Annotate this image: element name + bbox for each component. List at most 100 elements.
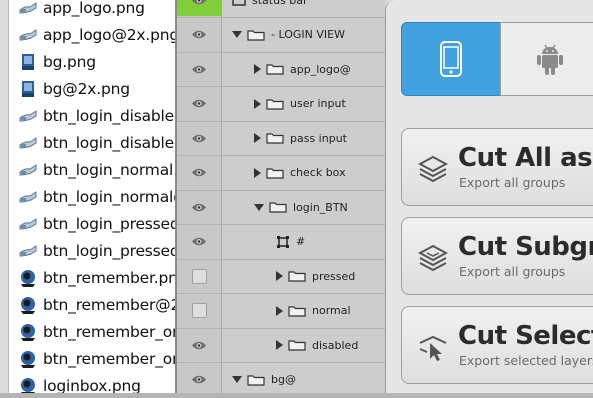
android-icon: [537, 44, 563, 75]
shape-layer-icon: [277, 235, 289, 248]
image-file-icon: [21, 269, 35, 287]
layer-name: #: [296, 235, 306, 248]
layer-row[interactable]: - LOGIN VIEW: [177, 18, 385, 53]
file-name: btn_login_normal.png: [43, 160, 177, 179]
export-panel: Cut All assets Export all groups Cut Sub…: [385, 0, 593, 398]
expanded-arrow-icon[interactable]: [232, 31, 242, 38]
cut-selected-button[interactable]: Cut Selected Export selected layers: [401, 306, 593, 384]
file-list-item[interactable]: btn_remember.png: [9, 264, 177, 291]
visibility-toggle[interactable]: [177, 156, 221, 190]
cut-subgroups-button[interactable]: Cut Subgroups Export all groups: [401, 217, 593, 295]
file-name: loginbox.png: [43, 376, 141, 395]
image-file-icon: [19, 1, 37, 14]
layer-cell: bg@: [232, 363, 296, 397]
image-file-icon: [21, 377, 35, 395]
image-file-icon: [21, 350, 35, 368]
collapsed-arrow-icon[interactable]: [254, 64, 261, 74]
file-list-item[interactable]: btn_login_pressed.png: [9, 210, 177, 237]
file-list-item[interactable]: btn_login_normal.png: [9, 156, 177, 183]
expanded-arrow-icon[interactable]: [232, 376, 242, 383]
layers-sub-icon: [418, 244, 448, 272]
layer-row[interactable]: #: [177, 225, 385, 260]
eye-icon: [192, 237, 206, 246]
collapsed-arrow-icon[interactable]: [254, 98, 261, 109]
layer-name: pressed: [312, 269, 356, 283]
layer-row[interactable]: login_BTN: [177, 190, 385, 225]
folder-icon: [266, 167, 284, 179]
collapsed-arrow-icon[interactable]: [254, 133, 261, 143]
file-list-item[interactable]: btn_remember_on@2x.png: [9, 345, 177, 372]
collapsed-arrow-icon[interactable]: [276, 271, 283, 281]
layer-name: bg@: [271, 373, 296, 386]
file-list-item[interactable]: bg.png: [9, 48, 177, 75]
eye-icon: [192, 375, 206, 384]
file-name: btn_login_pressed@2x.png: [43, 241, 177, 260]
layer-name: normal: [312, 304, 351, 317]
visibility-toggle[interactable]: [177, 328, 221, 362]
file-name: bg@2x.png: [43, 79, 130, 98]
layer-name: app_logo@: [290, 62, 351, 76]
collapsed-arrow-icon[interactable]: [254, 167, 261, 178]
layer-row[interactable]: user input: [177, 87, 385, 122]
file-list-item[interactable]: btn_login_pressed@2x.png: [9, 237, 177, 264]
file-name: app_logo@2x.png: [43, 25, 177, 44]
file-list-item[interactable]: app_logo.png: [9, 0, 177, 21]
file-list: app_logo.png app_logo@2x.png bg.png bg@2x.p…: [8, 0, 177, 398]
layer-row[interactable]: pressed: [177, 259, 385, 294]
tab-android[interactable]: [500, 22, 593, 96]
layer-name: check box: [290, 166, 346, 179]
image-file-icon: [19, 109, 37, 122]
eye-icon: [192, 168, 206, 177]
visibility-toggle[interactable]: [177, 18, 221, 52]
layer-cell: disabled: [276, 328, 358, 362]
layer-name: login_BTN: [293, 200, 348, 214]
file-name: btn_login_pressed.png: [43, 214, 177, 233]
layer-row[interactable]: pass input: [177, 121, 385, 156]
visibility-toggle[interactable]: [177, 87, 221, 121]
tab-ios[interactable]: [401, 22, 501, 96]
image-file-icon: [19, 244, 37, 257]
visibility-toggle[interactable]: [177, 259, 221, 293]
visibility-toggle[interactable]: [177, 225, 221, 259]
layer-row[interactable]: disabled: [177, 328, 385, 363]
image-file-icon: [19, 163, 37, 176]
visibility-toggle[interactable]: [177, 363, 221, 397]
visibility-toggle[interactable]: [177, 0, 221, 17]
visibility-toggle[interactable]: [177, 121, 221, 155]
hidden-checkbox: [191, 268, 207, 284]
layer-row[interactable]: check box: [177, 156, 385, 191]
image-file-icon: [22, 53, 34, 70]
file-name: btn_login_normal@2x.png: [43, 187, 177, 206]
hidden-checkbox: [191, 303, 207, 318]
layer-name: pass input: [290, 131, 347, 145]
eye-icon: [192, 30, 206, 39]
group-icon: [232, 0, 246, 6]
button-subtitle: Export all groups: [459, 175, 566, 190]
layer-row[interactable]: status bar: [177, 0, 385, 18]
image-file-icon: [21, 323, 35, 341]
visibility-toggle[interactable]: [177, 52, 221, 86]
cut-all-assets-button[interactable]: Cut All assets Export all groups: [401, 128, 593, 206]
file-list-item[interactable]: btn_remember@2x.png: [9, 291, 177, 318]
layer-cell: pass input: [254, 121, 347, 155]
file-list-item[interactable]: btn_login_disabled.png: [9, 102, 177, 129]
eye-icon: [192, 65, 206, 73]
visibility-toggle[interactable]: [177, 190, 221, 224]
app-window: app_logo.png app_logo@2x.png bg.png bg@2x.p…: [0, 0, 593, 398]
file-name: btn_remember_on.png: [43, 322, 177, 341]
file-list-item[interactable]: app_logo@2x.png: [9, 21, 177, 48]
file-list-item[interactable]: btn_login_disabled@2x.png: [9, 129, 177, 156]
cursor-select-icon: [419, 335, 447, 361]
expanded-arrow-icon[interactable]: [254, 203, 264, 211]
file-list-item[interactable]: bg@2x.png: [9, 75, 177, 102]
layer-row[interactable]: app_logo@: [177, 52, 385, 87]
collapsed-arrow-icon[interactable]: [276, 340, 283, 350]
layer-row[interactable]: normal: [177, 294, 385, 329]
folder-icon: [247, 374, 265, 386]
layer-name: - LOGIN VIEW: [271, 28, 345, 41]
file-list-item[interactable]: btn_remember_on.png: [9, 318, 177, 345]
collapsed-arrow-icon[interactable]: [276, 305, 283, 316]
visibility-toggle[interactable]: [177, 294, 221, 328]
layer-cell: #: [276, 225, 305, 259]
file-list-item[interactable]: btn_login_normal@2x.png: [9, 183, 177, 210]
